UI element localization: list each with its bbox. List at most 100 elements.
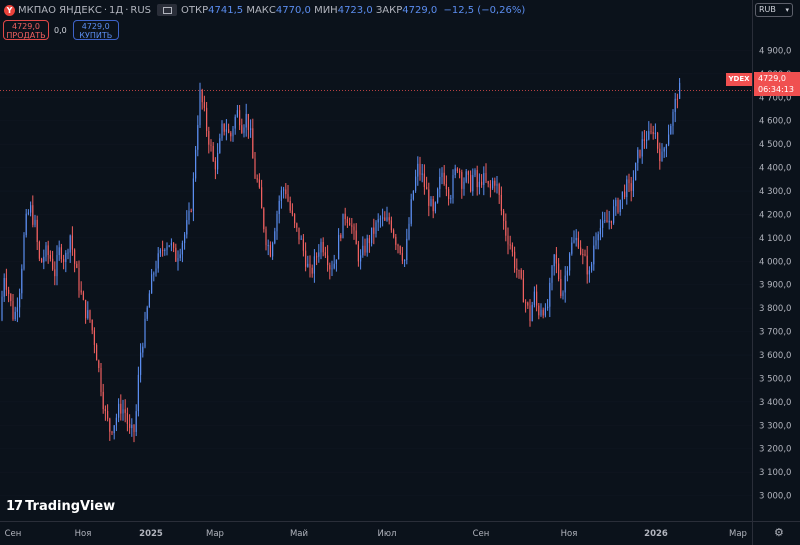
candle [635,162,637,181]
candle [104,409,106,411]
y-tick-label: 4 300,0 [759,187,791,197]
candle [676,98,678,100]
candle [371,227,373,244]
candle [5,278,7,290]
candle [346,219,348,223]
candle [91,319,93,331]
candle [615,200,617,207]
candle [628,179,630,184]
candle [540,309,542,316]
candle [498,184,500,195]
candle [373,227,375,234]
candle [344,213,346,220]
y-tick-label: 3 000,0 [759,492,791,502]
candle [679,82,681,99]
candle [166,246,168,250]
bar-countdown: 06:34:13 [758,85,794,94]
spread-value: 0,0 [54,25,67,35]
symbol-name[interactable]: МКПАО ЯНДЕКС [18,5,102,16]
candle [419,163,421,175]
candle [274,231,276,244]
currency-select[interactable]: RUB ▾ [755,3,793,17]
y-tick-label: 4 900,0 [759,46,791,56]
candle [107,410,109,419]
candle [406,238,408,261]
candle [338,235,340,260]
candle [212,146,214,162]
candle [247,113,249,130]
candle [225,129,227,132]
candle [111,431,113,434]
candle [188,210,190,221]
candle [632,180,634,191]
candle [115,417,117,426]
candle [300,238,302,240]
candle [553,254,555,267]
high-value: 4770,0 [275,4,311,16]
candle [593,245,595,265]
y-tick-label: 3 800,0 [759,304,791,314]
candle [159,250,161,254]
price-chart[interactable]: 3 000,0 3 100,0 3 200,0 3 300,0 3 400,0 3 500… [0,0,800,545]
candle [349,222,351,226]
candle [78,267,80,291]
hide-legend-icon[interactable] [157,4,178,16]
candle [560,279,562,296]
candle [228,129,230,133]
candle [335,259,337,264]
candle [509,244,511,246]
candle [476,170,478,188]
candle [261,187,263,209]
trade-panel: 4729,0 ПРОДАТЬ 0,0 4729,0 КУПИТЬ [3,20,119,40]
candle [52,258,54,270]
yandex-logo-icon: Y [4,4,15,16]
candle [245,113,247,128]
candle [322,242,324,253]
timeframe[interactable]: 1Д [109,5,123,16]
candle [529,305,531,321]
y-tick-label: 3 500,0 [759,374,791,384]
candle [461,172,463,189]
candle [551,266,553,283]
candle [496,184,498,186]
candle [353,226,355,231]
candle [289,201,291,211]
tradingview-logo[interactable]: 17 TradingView [6,499,115,514]
separator: · [125,4,129,16]
candle [208,130,210,145]
candle [533,291,535,305]
candle [621,191,623,200]
candle [298,227,300,240]
candle [443,172,445,185]
candle [164,249,166,251]
y-tick-label: 4 400,0 [759,164,791,174]
candle [624,191,626,198]
y-tick-label: 4 600,0 [759,117,791,127]
candle [287,194,289,202]
y-tick-label: 3 700,0 [759,328,791,338]
candle [478,181,480,188]
candle [3,278,5,297]
candle [661,151,663,162]
candle [459,171,461,173]
candle [340,235,342,239]
candle [428,189,430,206]
candle [536,291,538,306]
candle [432,198,434,212]
buy-button[interactable]: 4729,0 КУПИТЬ [72,20,119,40]
x-tick-label: Ноя [561,529,578,539]
candle [450,198,452,200]
y-tick-label: 4 100,0 [759,234,791,244]
candle [296,223,298,228]
candle [155,268,157,274]
candle [355,230,357,245]
candle [131,424,133,429]
sell-button[interactable]: 4729,0 ПРОДАТЬ [3,20,49,40]
candle [313,256,315,274]
candle [16,307,18,312]
candle [586,255,588,275]
candle [307,263,309,267]
candle [384,217,386,221]
candle [538,305,540,316]
gear-icon[interactable]: ⚙ [774,526,784,539]
